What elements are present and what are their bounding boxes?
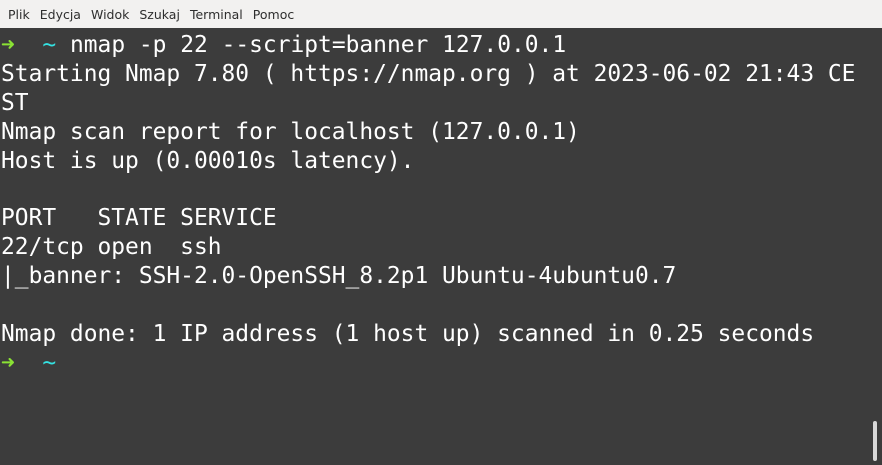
output-line: ST bbox=[1, 89, 29, 116]
prompt-directory: ~ bbox=[42, 349, 57, 376]
prompt-arrow-icon: ➜ bbox=[1, 32, 15, 58]
menu-szukaj[interactable]: Szukaj bbox=[134, 0, 185, 28]
terminal-window: Plik Edycja Widok Szukaj Terminal Pomoc … bbox=[0, 0, 882, 465]
prompt-directory: ~ bbox=[42, 32, 57, 58]
output-line: Nmap done: 1 IP address (1 host up) scan… bbox=[1, 320, 815, 347]
output-line: |_banner: SSH-2.0-OpenSSH_8.2p1 Ubuntu-4… bbox=[1, 263, 677, 290]
output-line: 22/tcp open ssh bbox=[1, 234, 222, 261]
output-line: Nmap scan report for localhost (127.0.0.… bbox=[1, 118, 580, 145]
output-line: Starting Nmap 7.80 ( https://nmap.org ) … bbox=[1, 60, 856, 87]
prompt-arrow-icon: ➜ bbox=[1, 349, 15, 376]
menu-terminal[interactable]: Terminal bbox=[185, 0, 248, 28]
menu-widok[interactable]: Widok bbox=[86, 0, 134, 28]
output-line: PORT STATE SERVICE bbox=[1, 205, 277, 232]
menu-plik[interactable]: Plik bbox=[3, 0, 35, 28]
menu-edycja[interactable]: Edycja bbox=[35, 0, 86, 28]
scrollbar[interactable] bbox=[868, 28, 882, 465]
terminal-output[interactable]: ➜ ~ nmap -p 22 --script=banner 127.0.0.1… bbox=[0, 28, 868, 465]
output-line: Host is up (0.00010s latency). bbox=[1, 147, 415, 174]
current-prompt-line[interactable]: ➜ ~ bbox=[1, 349, 868, 378]
command-text: nmap -p 22 --script=banner 127.0.0.1 bbox=[69, 32, 567, 58]
scrollbar-thumb[interactable] bbox=[873, 421, 877, 461]
menu-bar: Plik Edycja Widok Szukaj Terminal Pomoc bbox=[0, 0, 882, 28]
command-line: ➜ ~ nmap -p 22 --script=banner 127.0.0.1 bbox=[1, 31, 868, 60]
menu-pomoc[interactable]: Pomoc bbox=[248, 0, 299, 28]
